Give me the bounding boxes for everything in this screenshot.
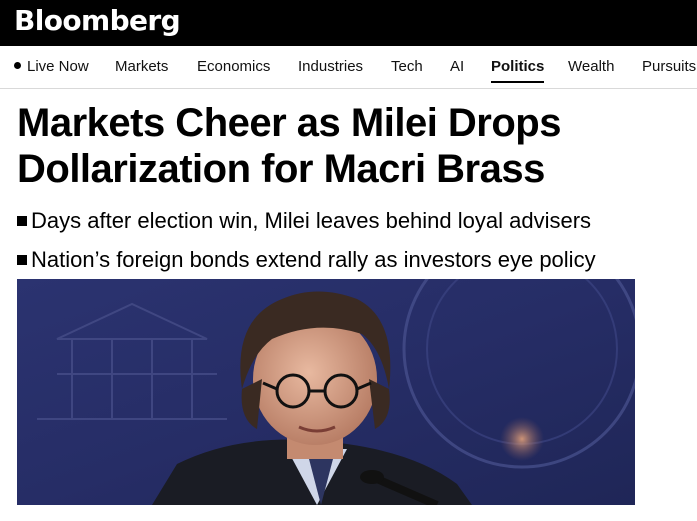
bullet-text: Days after election win, Milei leaves be…: [31, 208, 592, 233]
summary-bullet: Days after election win, Milei leaves be…: [17, 205, 596, 244]
article-photo[interactable]: [17, 279, 635, 505]
nav-item-economics[interactable]: Economics: [197, 58, 270, 75]
nav-item-wealth[interactable]: Wealth: [568, 58, 614, 75]
top-bar: Bloomberg: [0, 0, 697, 46]
section-nav: Live Now Markets Economics Industries Te…: [0, 46, 697, 89]
nav-item-industries[interactable]: Industries: [298, 58, 363, 75]
live-dot-icon: [14, 62, 21, 69]
article-headline[interactable]: Markets Cheer as Milei Drops Dollarizati…: [17, 100, 687, 192]
nav-live-label: Live Now: [27, 58, 89, 75]
nav-item-politics[interactable]: Politics: [491, 58, 545, 83]
nav-item-tech[interactable]: Tech: [391, 58, 423, 75]
nav-item-ai[interactable]: AI: [450, 58, 464, 75]
bloomberg-logo[interactable]: Bloomberg: [14, 4, 181, 37]
headline-line-2: Dollarization for Macri Brass: [17, 147, 545, 191]
nav-item-markets[interactable]: Markets: [115, 58, 168, 75]
nav-live-now[interactable]: Live Now: [14, 58, 89, 75]
summary-bullets: Days after election win, Milei leaves be…: [17, 205, 596, 283]
nav-item-pursuits[interactable]: Pursuits: [642, 58, 696, 75]
headline-line-1: Markets Cheer as Milei Drops: [17, 101, 562, 145]
bullet-text: Nation’s foreign bonds extend rally as i…: [31, 247, 596, 272]
portrait-photo-illustration: [17, 279, 635, 505]
bullet-square-icon: [17, 216, 27, 226]
bullet-square-icon: [17, 255, 27, 265]
summary-bullet: Nation’s foreign bonds extend rally as i…: [17, 244, 596, 283]
